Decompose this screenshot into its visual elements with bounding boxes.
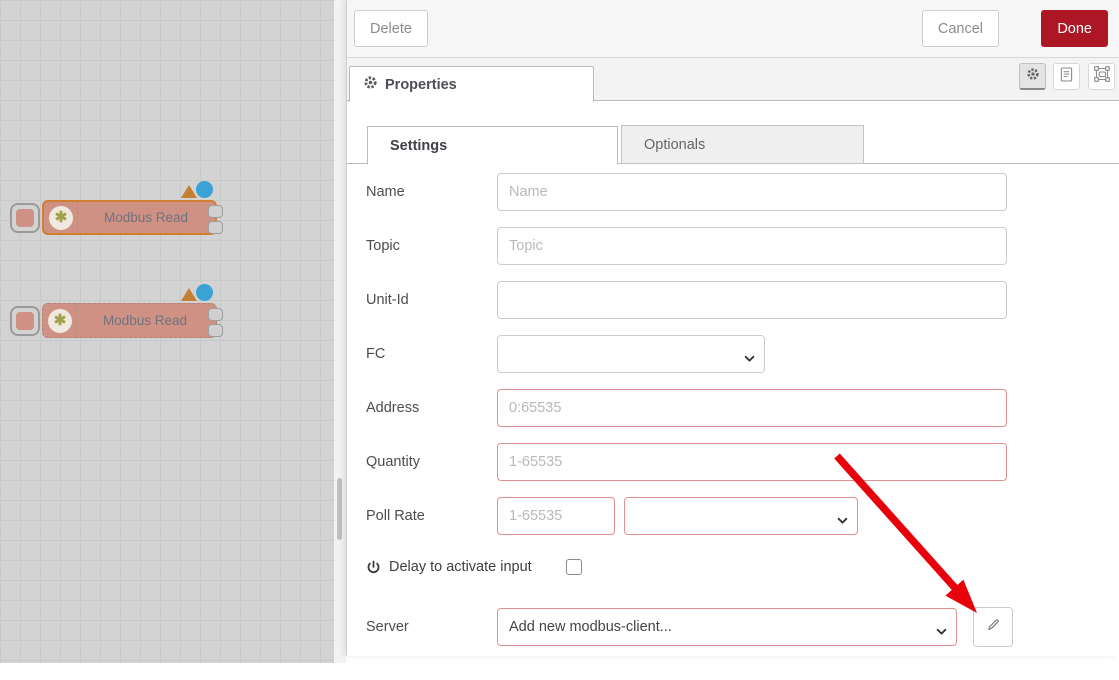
address-row: Address	[347, 389, 1119, 429]
tab-properties[interactable]: Properties	[349, 66, 594, 102]
output-port-2[interactable]	[208, 324, 223, 337]
quantity-row: Quantity	[347, 443, 1119, 483]
delete-button[interactable]: Delete	[354, 10, 428, 47]
name-label: Name	[366, 173, 405, 211]
node-warning-icon	[181, 288, 197, 301]
quantity-label: Quantity	[366, 443, 420, 481]
edit-server-button[interactable]	[973, 607, 1013, 647]
address-input[interactable]	[497, 389, 1007, 427]
fc-label: FC	[366, 335, 385, 373]
properties-tab-label: Properties	[385, 77, 457, 93]
quantity-input[interactable]	[497, 443, 1007, 481]
address-label: Address	[366, 389, 419, 427]
settings-tab-bar: Settings Optionals	[347, 122, 1119, 164]
tray-toolbar: Delete Cancel Done	[347, 0, 1119, 58]
edit-description-button[interactable]	[1053, 63, 1080, 90]
power-icon	[366, 560, 381, 575]
node-changed-icon	[196, 181, 213, 198]
node-icon-area: ✱	[44, 202, 78, 233]
gear-icon	[363, 75, 378, 94]
topic-row: Topic	[347, 227, 1119, 267]
fc-row: FC	[347, 335, 1119, 375]
pencil-icon	[986, 617, 1001, 637]
edit-dialog-tray: Delete Cancel Done Properties	[346, 0, 1119, 656]
unit-id-label: Unit-Id	[366, 281, 409, 319]
modbus-asterisk-icon: ✱	[49, 206, 73, 230]
tab-optionals[interactable]: Optionals	[621, 125, 864, 164]
chevron-down-icon	[744, 351, 755, 367]
node-icon-area: ✱	[43, 304, 77, 337]
output-port-1[interactable]	[208, 308, 223, 321]
node-button[interactable]	[10, 306, 40, 336]
modbus-read-node-2[interactable]: ✱ Modbus Read	[42, 303, 217, 338]
poll-rate-input[interactable]	[497, 497, 615, 535]
node-appearance-button[interactable]	[1088, 63, 1115, 90]
poll-rate-label: Poll Rate	[366, 497, 425, 535]
unit-id-row: Unit-Id	[347, 281, 1119, 321]
tray-gutter	[334, 0, 346, 663]
chevron-down-icon	[936, 624, 947, 640]
node-button-fill	[16, 312, 34, 330]
fc-select[interactable]	[497, 335, 765, 373]
topic-label: Topic	[366, 227, 400, 265]
delay-label: Delay to activate input	[389, 559, 532, 575]
delay-checkbox[interactable]	[566, 559, 582, 575]
server-selected-value: Add new modbus-client...	[509, 619, 672, 635]
flow-canvas[interactable]: ✱ Modbus Read ✱ Modbus Read	[0, 0, 334, 663]
node-changed-icon	[196, 284, 213, 301]
node-button[interactable]	[10, 203, 40, 233]
cancel-button[interactable]: Cancel	[922, 10, 999, 47]
poll-rate-unit-select[interactable]	[624, 497, 858, 535]
tray-scrollbar-thumb[interactable]	[337, 478, 342, 540]
edit-properties-button[interactable]	[1019, 63, 1046, 90]
output-port-2[interactable]	[208, 221, 223, 234]
appearance-frame-icon	[1094, 66, 1110, 87]
gear-icon	[1026, 67, 1040, 86]
name-row: Name	[347, 173, 1119, 213]
chevron-down-icon	[837, 513, 848, 529]
node-label: Modbus Read	[80, 202, 212, 233]
server-select[interactable]: Add new modbus-client...	[497, 608, 957, 646]
node-button-fill	[16, 209, 34, 227]
done-button[interactable]: Done	[1041, 10, 1108, 47]
topic-input[interactable]	[497, 227, 1007, 265]
output-port-1[interactable]	[208, 205, 223, 218]
server-label: Server	[366, 608, 409, 646]
tab-settings[interactable]: Settings	[367, 126, 618, 165]
properties-header-row: Properties	[347, 58, 1119, 101]
modbus-asterisk-icon: ✱	[48, 309, 72, 333]
unit-id-input[interactable]	[497, 281, 1007, 319]
modbus-read-node-1[interactable]: ✱ Modbus Read	[42, 200, 217, 235]
poll-rate-row: Poll Rate	[347, 497, 1119, 537]
name-input[interactable]	[497, 173, 1007, 211]
node-warning-icon	[181, 185, 197, 198]
server-row: Server Add new modbus-client...	[347, 608, 1119, 650]
delay-row: Delay to activate input	[347, 552, 1119, 582]
node-red-editor: ✱ Modbus Read ✱ Modbus Read Delete Cance…	[0, 0, 1119, 680]
document-icon	[1060, 67, 1073, 87]
node-label: Modbus Read	[79, 304, 211, 337]
